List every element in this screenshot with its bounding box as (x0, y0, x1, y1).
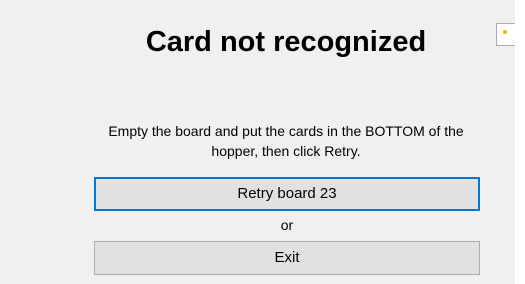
retry-board-button[interactable]: Retry board 23 (94, 177, 480, 211)
card-not-recognized-dialog: Card not recognized Empty the board and … (0, 0, 515, 284)
or-separator-text: or (280, 217, 294, 233)
exit-button[interactable]: Exit (94, 241, 480, 275)
status-dot-icon (503, 30, 507, 34)
corner-control[interactable] (496, 23, 515, 46)
instruction-line-2: hopper, then click Retry. (211, 143, 361, 159)
instruction-message: Empty the board and put the cards in the… (0, 121, 515, 161)
dialog-title: Card not recognized (145, 26, 427, 58)
instruction-line-1: Empty the board and put the cards in the… (108, 123, 464, 139)
